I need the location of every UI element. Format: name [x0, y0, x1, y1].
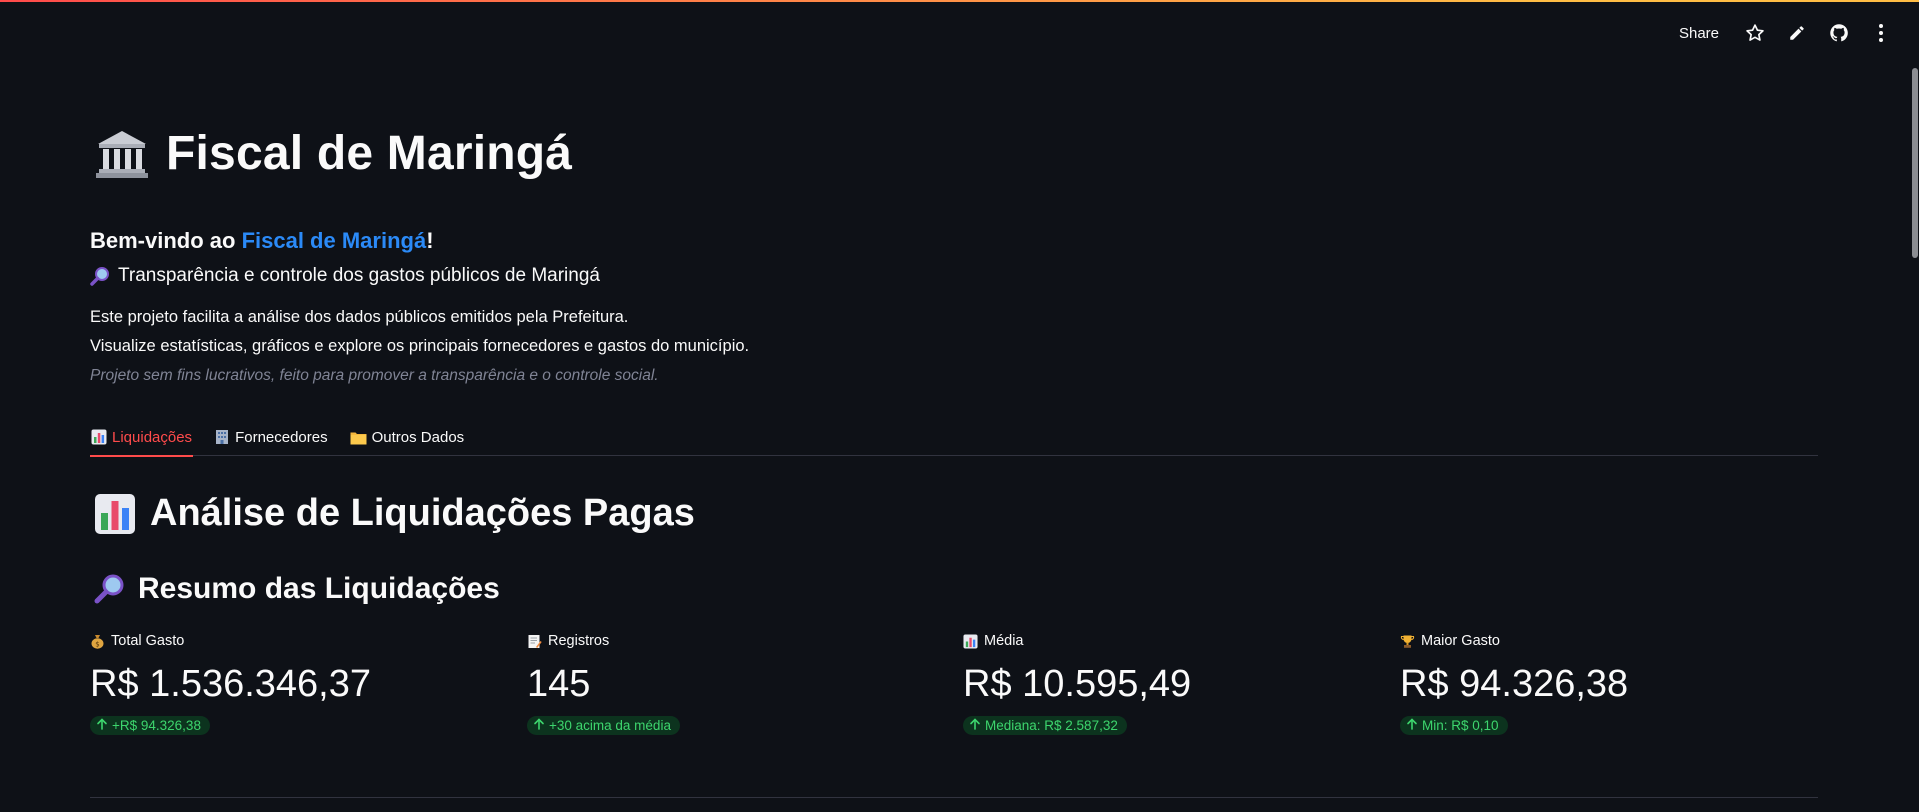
folder-icon	[350, 430, 367, 445]
metric-media: Média R$ 10.595,49 Mediana: R$ 2.587,32	[963, 630, 1383, 735]
tab-fornecedores[interactable]: Fornecedores	[213, 418, 329, 456]
section-title: Análise de Liquidações Pagas	[94, 492, 695, 535]
metric-delta-text: Mediana: R$ 2.587,32	[985, 718, 1118, 733]
description-line-1: Este projeto facilita a análise dos dado…	[90, 308, 629, 326]
magnifier-icon	[94, 573, 126, 605]
metric-label: Maior Gasto	[1400, 630, 1820, 652]
tab-liquidacoes[interactable]: Liquidações	[90, 418, 194, 457]
section-subtitle-text: Resumo das Liquidações	[138, 572, 500, 605]
metric-label-text: Média	[984, 633, 1024, 649]
app-toolbar: Share	[1671, 18, 1895, 48]
tab-label: Fornecedores	[235, 428, 328, 446]
top-decoration-line	[0, 0, 1919, 2]
metric-label-text: Registros	[548, 633, 610, 649]
star-icon[interactable]	[1741, 19, 1769, 47]
metrics-row: $ Total Gasto R$ 1.536.346,37 +R$ 94.326…	[90, 630, 1835, 745]
bar-chart-icon	[94, 493, 136, 535]
section-subtitle: Resumo das Liquidações	[94, 572, 500, 606]
magnifier-icon	[90, 266, 110, 286]
metric-maior-gasto: Maior Gasto R$ 94.326,38 Min: R$ 0,10	[1400, 630, 1820, 735]
metric-total-gasto: $ Total Gasto R$ 1.536.346,37 +R$ 94.326…	[90, 630, 510, 735]
metric-delta: Mediana: R$ 2.587,32	[963, 716, 1127, 735]
brand-name: Fiscal de Maringá	[241, 228, 427, 253]
arrow-up-icon	[1406, 718, 1418, 733]
metric-delta: +30 acima da média	[527, 716, 680, 735]
page-title-text: Fiscal de Maringá	[166, 127, 573, 180]
trophy-icon	[1400, 634, 1415, 649]
section-divider	[90, 797, 1818, 798]
tagline-text: Transparência e controle dos gastos públ…	[118, 265, 600, 286]
page-title: Fiscal de Maringá	[96, 126, 572, 181]
share-button[interactable]: Share	[1671, 21, 1727, 46]
bar-chart-icon	[963, 633, 978, 649]
office-building-icon	[214, 429, 230, 445]
welcome-suffix: !	[426, 228, 434, 253]
bar-chart-icon	[91, 429, 107, 445]
metric-delta-text: Min: R$ 0,10	[1422, 718, 1499, 733]
nonprofit-note: Projeto sem fins lucrativos, feito para …	[90, 367, 659, 384]
arrow-up-icon	[96, 718, 108, 733]
welcome-heading: Bem-vindo ao Fiscal de Maringá!	[90, 228, 434, 254]
welcome-prefix: Bem-vindo ao	[90, 228, 242, 253]
tab-bar: Liquidações Fornecedores Outros Dados	[90, 418, 1818, 457]
pencil-icon[interactable]	[1783, 19, 1811, 47]
metric-delta: +R$ 94.326,38	[90, 716, 210, 735]
tab-outros-dados[interactable]: Outros Dados	[349, 418, 466, 456]
bank-building-icon	[96, 129, 148, 179]
metric-label: Média	[963, 630, 1383, 652]
tab-label: Outros Dados	[371, 428, 465, 446]
metric-value: R$ 10.595,49	[963, 663, 1192, 705]
description-line-2: Visualize estatísticas, gráficos e explo…	[90, 337, 750, 355]
metric-registros: Registros 145 +30 acima da média	[527, 630, 947, 735]
github-icon[interactable]	[1825, 19, 1853, 47]
kebab-menu-icon[interactable]	[1867, 19, 1895, 47]
section-title-text: Análise de Liquidações Pagas	[150, 492, 695, 534]
metric-delta: Min: R$ 0,10	[1400, 716, 1508, 735]
scrollbar-thumb[interactable]	[1912, 68, 1918, 258]
arrow-up-icon	[969, 718, 981, 733]
memo-icon	[527, 634, 542, 649]
metric-label: Registros	[527, 630, 947, 652]
page-scrollbar[interactable]	[1911, 60, 1919, 812]
metric-label-text: Total Gasto	[111, 633, 185, 649]
tagline: Transparência e controle dos gastos públ…	[90, 265, 600, 287]
metric-value: 145	[527, 663, 591, 705]
metric-value: R$ 94.326,38	[1400, 663, 1629, 705]
metric-delta-text: +R$ 94.326,38	[112, 718, 201, 733]
metric-delta-text: +30 acima da média	[549, 718, 671, 733]
tab-label: Liquidações	[112, 428, 193, 446]
arrow-up-icon	[533, 718, 545, 733]
metric-label-text: Maior Gasto	[1421, 633, 1500, 649]
metric-value: R$ 1.536.346,37	[90, 663, 372, 705]
metric-label: $ Total Gasto	[90, 630, 510, 652]
money-bag-icon: $	[90, 634, 105, 649]
svg-text:$: $	[95, 640, 99, 648]
